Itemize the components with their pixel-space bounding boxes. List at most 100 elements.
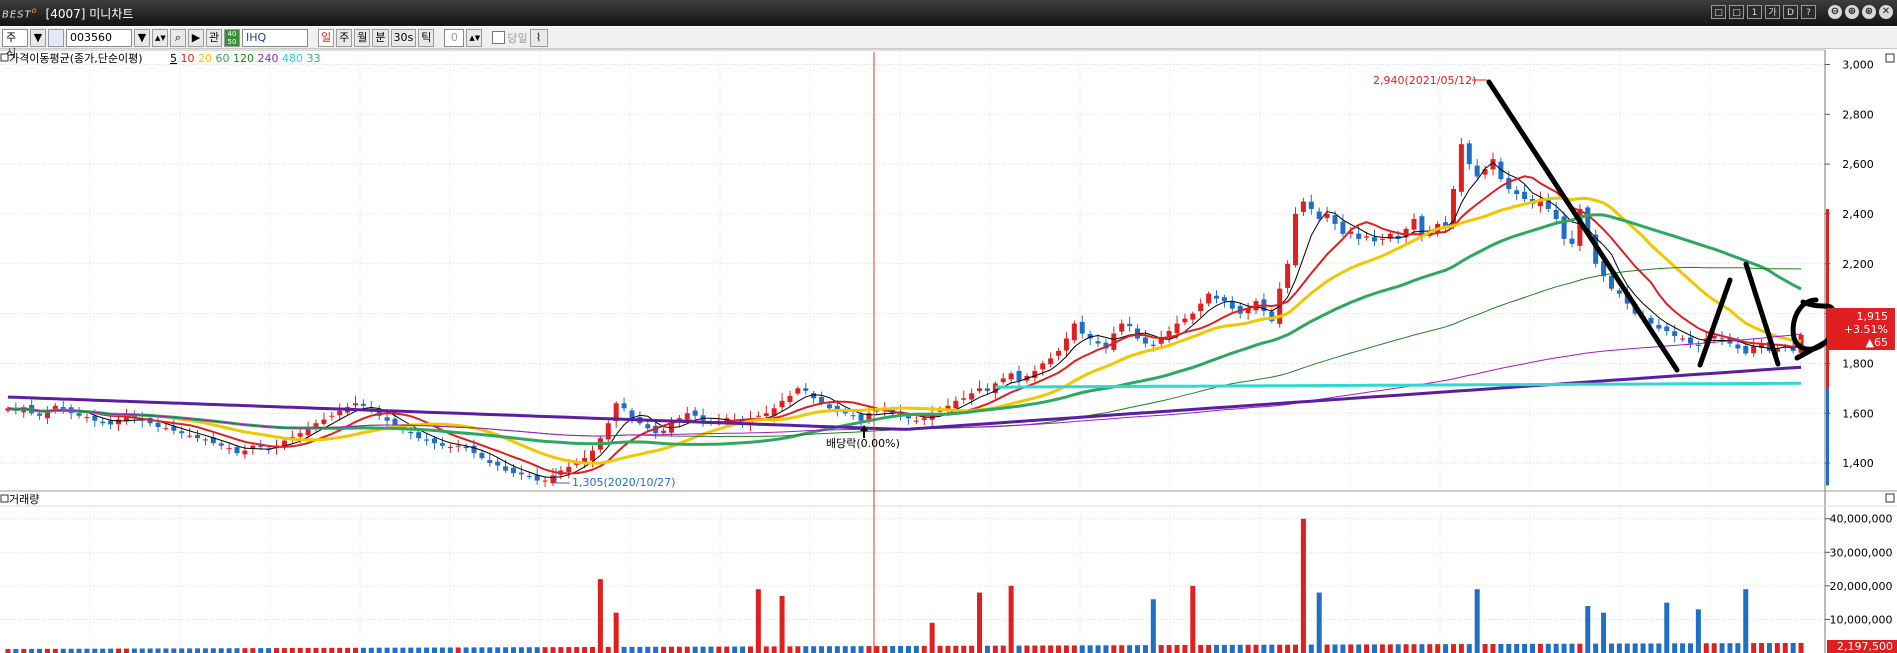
volume-bar <box>1514 643 1520 653</box>
ma-line-240 <box>7 365 1802 431</box>
candle-body <box>353 403 359 406</box>
volume-bar <box>937 645 943 653</box>
candle-body <box>1514 190 1520 195</box>
candle-body <box>779 400 785 408</box>
volume-bar <box>613 612 619 653</box>
volume-bar <box>1379 644 1385 653</box>
volume-bar <box>811 646 817 653</box>
change-amount: ▲65 <box>1866 336 1888 349</box>
volume-bar <box>1032 645 1038 653</box>
candle-body <box>605 423 611 440</box>
volume-bar <box>1703 643 1709 653</box>
volume-bar <box>139 648 145 653</box>
candle-body <box>1198 303 1204 312</box>
candle-body <box>187 435 193 437</box>
volume-bar <box>1687 643 1693 653</box>
volume-bar <box>898 645 904 653</box>
volume-bar <box>905 645 911 653</box>
volume-bar <box>763 646 769 653</box>
range-marker-down <box>1826 388 1829 486</box>
candle-body <box>1695 344 1701 346</box>
candle-body <box>542 480 548 482</box>
volume-bar <box>534 647 540 653</box>
volume-bar <box>416 647 422 653</box>
volume-bar <box>1403 644 1409 653</box>
candle-body <box>487 460 493 464</box>
volume-bar <box>289 648 295 653</box>
ma-line-480 <box>995 381 1802 389</box>
volume-bar <box>376 647 382 653</box>
volume-bar <box>984 645 990 653</box>
volume-bar <box>1529 643 1535 653</box>
volume-bar <box>321 647 327 653</box>
volume-bar <box>503 647 509 653</box>
ma-legend-item: 60 <box>212 52 230 65</box>
volume-bar <box>977 592 983 653</box>
candle-body <box>518 472 524 475</box>
candle-body <box>1340 221 1346 234</box>
volume-bar <box>353 647 359 653</box>
candle-body <box>447 446 453 448</box>
volume-bar <box>542 647 548 653</box>
volume-bar <box>1190 585 1196 653</box>
volume-bar <box>842 646 848 653</box>
volume-bar <box>1774 643 1780 653</box>
volume-bar <box>1522 643 1528 653</box>
candle-body <box>1150 344 1156 346</box>
candle-body <box>692 410 698 416</box>
volume-bar <box>574 647 580 653</box>
volume-tick-label: 40,000,000 <box>1830 513 1893 526</box>
volume-bar <box>463 647 469 653</box>
candle-body <box>503 466 509 471</box>
candle-body <box>1174 323 1180 334</box>
volume-bar <box>250 648 256 653</box>
candle-body <box>1735 344 1741 349</box>
volume-bar <box>218 648 224 653</box>
volume-bar <box>1545 643 1551 653</box>
candle-body <box>550 475 556 484</box>
volume-y-axis: 40,000,000 30,000,000 20,000,000 10,000,000 <box>1825 513 1893 626</box>
volume-bar <box>60 648 66 653</box>
mini-chart[interactable]: 가격이동평균(종가,단순이평) 5 10 20 60 120 240 480 3… <box>0 0 1897 653</box>
volume-bar <box>1798 642 1804 653</box>
candle-body <box>44 412 50 419</box>
candle-body <box>1008 373 1014 380</box>
volume-bar <box>890 645 896 653</box>
volume-bar <box>1127 645 1133 653</box>
volume-panel-toggle[interactable] <box>1885 493 1895 503</box>
candle-body <box>787 395 793 403</box>
volume-bar <box>1285 644 1291 653</box>
candle-body <box>1308 201 1314 209</box>
volume-panel-header: 거래량 <box>0 493 39 506</box>
volume-bar <box>637 646 643 653</box>
volume-bar <box>992 645 998 653</box>
volume-bar <box>234 648 240 653</box>
volume-bar <box>44 648 50 653</box>
volume-bar <box>1063 645 1069 653</box>
volume-bar <box>621 646 627 653</box>
volume-bar <box>1751 643 1757 653</box>
candle-body <box>1229 301 1235 309</box>
candle-body <box>1751 345 1757 354</box>
candle-body <box>1040 363 1046 370</box>
candle-body <box>108 420 114 425</box>
volume-bar <box>1095 645 1101 653</box>
candle-body <box>455 445 461 447</box>
volume-bar <box>1474 589 1480 653</box>
ma-legend-item: 20 <box>195 52 213 65</box>
volume-bar <box>1735 643 1741 653</box>
trendline-drawing <box>1486 79 1837 373</box>
candle-body <box>1743 345 1749 354</box>
volume-bar <box>1664 602 1670 653</box>
volume-bar <box>424 647 430 653</box>
volume-bar <box>1040 645 1046 653</box>
candle-body <box>321 419 327 424</box>
volume-bar <box>1142 645 1148 653</box>
volume-bar <box>1648 643 1654 653</box>
volume-bar <box>866 646 872 653</box>
candle-body <box>1379 238 1385 240</box>
volume-bar <box>597 579 603 653</box>
volume-bar <box>1340 644 1346 653</box>
price-panel-toggle[interactable] <box>1885 53 1895 63</box>
volume-bar <box>1466 644 1472 653</box>
